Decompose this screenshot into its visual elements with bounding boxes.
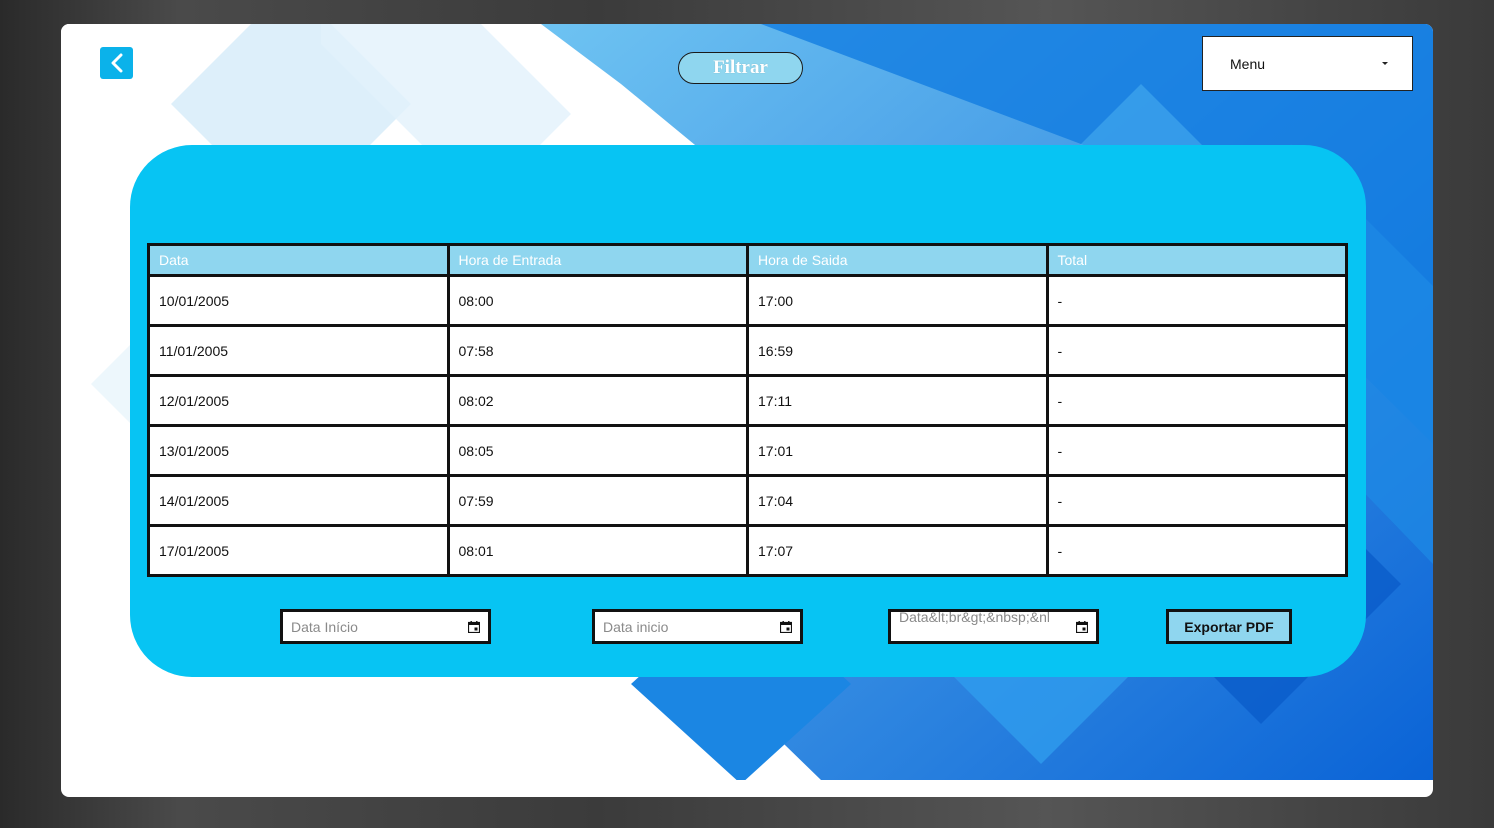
third-date-placeholder: Data&lt;br&gt;&nbsp;&nbsp;	[899, 609, 1049, 625]
cell-total: -	[1045, 274, 1348, 327]
cell-exit-time: 17:00	[746, 274, 1049, 327]
cell-total: -	[1045, 524, 1348, 577]
cell-entry-time: 08:01	[446, 524, 749, 577]
menu-dropdown[interactable]: Menu	[1202, 36, 1413, 91]
column-header-date: Data	[147, 243, 450, 277]
table-row: 12/01/2005 08:02 17:11 -	[147, 374, 1348, 427]
cell-date: 10/01/2005	[147, 274, 450, 327]
app-window: Filtrar Menu Data Hora de Entrada Hora d…	[61, 24, 1433, 797]
cell-exit-time: 16:59	[746, 324, 1049, 377]
records-table: Data Hora de Entrada Hora de Saida Total…	[147, 243, 1348, 577]
cell-exit-time: 17:11	[746, 374, 1049, 427]
table-row: 14/01/2005 07:59 17:04 -	[147, 474, 1348, 527]
second-date-input[interactable]: Data inicio	[592, 609, 803, 644]
table-row: 11/01/2005 07:58 16:59 -	[147, 324, 1348, 377]
column-header-entry-time: Hora de Entrada	[446, 243, 749, 277]
cell-entry-time: 07:58	[446, 324, 749, 377]
cell-total: -	[1045, 374, 1348, 427]
third-date-input[interactable]: Data&lt;br&gt;&nbsp;&nbsp;	[888, 609, 1099, 644]
cell-entry-time: 07:59	[446, 474, 749, 527]
cell-date: 12/01/2005	[147, 374, 450, 427]
table-header-row: Data Hora de Entrada Hora de Saida Total	[147, 243, 1348, 277]
start-date-placeholder: Data Início	[291, 618, 358, 635]
table-row: 10/01/2005 08:00 17:00 -	[147, 274, 1348, 327]
cell-total: -	[1045, 324, 1348, 377]
filter-button[interactable]: Filtrar	[678, 52, 803, 84]
start-date-input[interactable]: Data Início	[280, 609, 491, 644]
cell-total: -	[1045, 424, 1348, 477]
cell-exit-time: 17:04	[746, 474, 1049, 527]
menu-label: Menu	[1230, 55, 1266, 72]
calendar-icon[interactable]	[1076, 620, 1088, 633]
column-header-total: Total	[1045, 243, 1348, 277]
cell-entry-time: 08:02	[446, 374, 749, 427]
column-header-exit-time: Hora de Saida	[746, 243, 1049, 277]
table-row: 17/01/2005 08:01 17:07 -	[147, 524, 1348, 577]
cell-date: 17/01/2005	[147, 524, 450, 577]
cell-total: -	[1045, 474, 1348, 527]
cell-date: 11/01/2005	[147, 324, 450, 377]
calendar-icon[interactable]	[780, 620, 792, 633]
cell-date: 13/01/2005	[147, 424, 450, 477]
cell-exit-time: 17:07	[746, 524, 1049, 577]
cell-entry-time: 08:00	[446, 274, 749, 327]
records-panel: Data Hora de Entrada Hora de Saida Total…	[130, 145, 1366, 677]
cell-entry-time: 08:05	[446, 424, 749, 477]
back-button[interactable]	[100, 47, 133, 79]
table-row: 13/01/2005 08:05 17:01 -	[147, 424, 1348, 477]
cell-exit-time: 17:01	[746, 424, 1049, 477]
export-pdf-button[interactable]: Exportar PDF	[1166, 609, 1292, 644]
calendar-icon[interactable]	[468, 620, 480, 633]
chevron-left-icon	[111, 53, 122, 73]
caret-down-icon	[1382, 62, 1388, 65]
second-date-placeholder: Data inicio	[603, 618, 669, 635]
cell-date: 14/01/2005	[147, 474, 450, 527]
